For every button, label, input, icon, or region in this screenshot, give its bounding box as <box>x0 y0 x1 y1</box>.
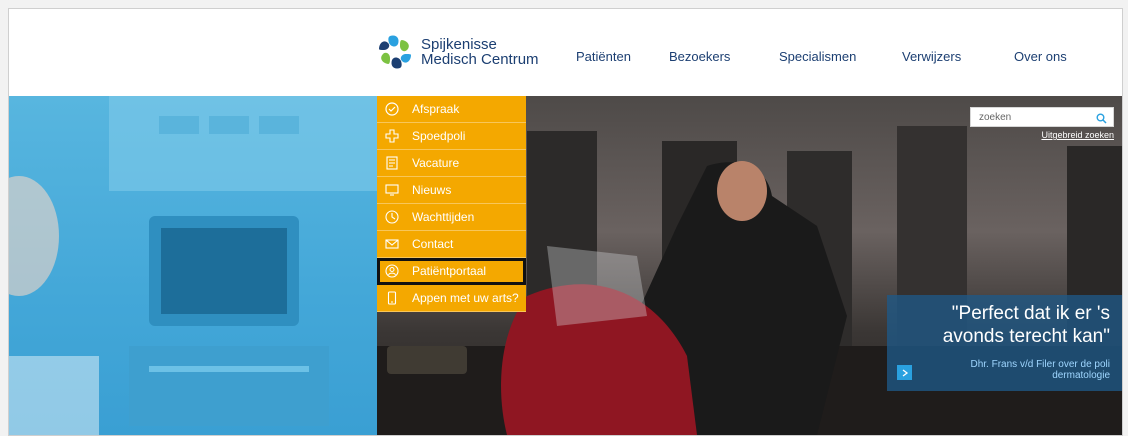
testimonial-quote: "Perfect dat ik er 's avonds terecht kan… <box>942 303 1110 347</box>
phone-icon <box>384 290 400 306</box>
menu-label: Contact <box>412 237 454 251</box>
site-header: Spijkenisse Medisch Centrum Patiënten Be… <box>9 9 1122 96</box>
menu-item-patientportaal[interactable]: Patiëntportaal <box>377 258 526 285</box>
hero-image-hospital <box>9 96 377 435</box>
main-nav: Patiënten Bezoekers Specialismen Verwijz… <box>9 9 1122 96</box>
hospital-scene-image <box>9 96 377 435</box>
menu-item-vacature[interactable]: Vacature <box>377 150 526 177</box>
nav-specialismen[interactable]: Specialismen <box>779 49 856 64</box>
advanced-search-link[interactable]: Uitgebreid zoeken <box>1041 130 1114 140</box>
menu-item-spoedpoli[interactable]: Spoedpoli <box>377 123 526 150</box>
menu-label: Patiëntportaal <box>412 264 487 278</box>
quick-menu: Afspraak Spoedpoli Vacature Nieuws Wacht… <box>377 96 526 312</box>
cross-icon <box>384 128 400 144</box>
menu-label: Vacature <box>412 156 460 170</box>
testimonial-attribution[interactable]: Dhr. Frans v/d Filer over de poli dermat… <box>945 359 1111 381</box>
search-icon[interactable] <box>1096 111 1107 129</box>
portal-icon <box>384 263 400 279</box>
menu-label: Appen met uw arts? <box>412 291 519 305</box>
menu-label: Afspraak <box>412 102 460 116</box>
search-box <box>970 107 1114 127</box>
testimonial-box: "Perfect dat ik er 's avonds terecht kan… <box>887 295 1122 391</box>
search-input[interactable] <box>977 110 1091 124</box>
menu-item-afspraak[interactable]: Afspraak <box>377 96 526 123</box>
menu-item-contact[interactable]: Contact <box>377 231 526 258</box>
menu-label: Wachttijden <box>412 210 475 224</box>
menu-item-appen[interactable]: Appen met uw arts? <box>377 285 526 312</box>
monitor-icon <box>384 182 400 198</box>
nav-bezoekers[interactable]: Bezoekers <box>669 49 730 64</box>
nav-verwijzers[interactable]: Verwijzers <box>902 49 961 64</box>
document-icon <box>384 155 400 171</box>
menu-item-nieuws[interactable]: Nieuws <box>377 177 526 204</box>
clock-icon <box>384 209 400 225</box>
page-frame: Spijkenisse Medisch Centrum Patiënten Be… <box>8 8 1123 436</box>
nav-patienten[interactable]: Patiënten <box>576 49 631 64</box>
chevron-right-icon <box>902 368 908 377</box>
envelope-icon <box>384 236 400 252</box>
nav-over-ons[interactable]: Over ons <box>1014 49 1067 64</box>
testimonial-next-button[interactable] <box>897 365 912 380</box>
menu-label: Spoedpoli <box>412 129 466 143</box>
check-circle-icon <box>384 101 400 117</box>
menu-item-wachttijden[interactable]: Wachttijden <box>377 204 526 231</box>
menu-label: Nieuws <box>412 183 452 197</box>
